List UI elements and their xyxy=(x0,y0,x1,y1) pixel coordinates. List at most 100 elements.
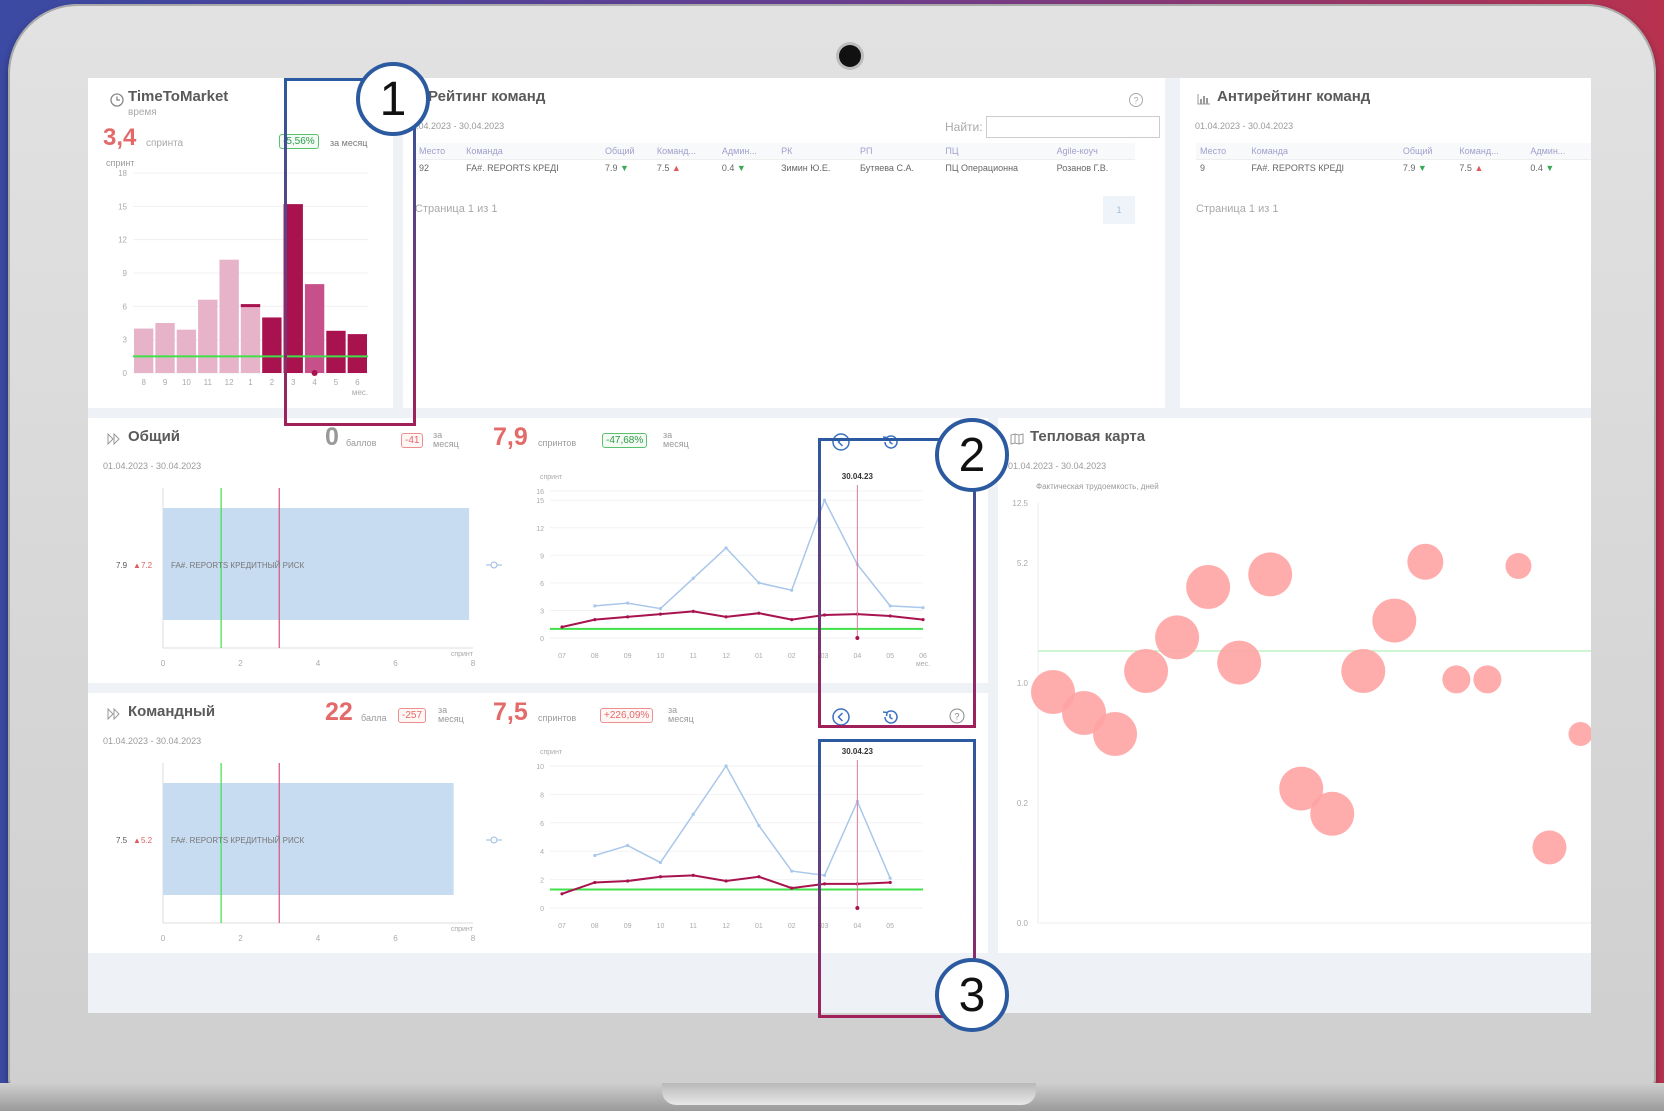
team-score: 22 xyxy=(325,698,353,726)
team-sprints-unit: спринтов xyxy=(538,713,577,723)
antirating-table-header: Место Команда Общий Команд... Админ... xyxy=(1196,143,1591,160)
bar-chart-icon xyxy=(1197,94,1210,105)
general-sprints: 7,9 xyxy=(493,423,528,451)
heatmap-bubble xyxy=(1505,553,1532,579)
bar-label: FA#. REPORTS КРЕДИТНЫЙ РИСК xyxy=(171,836,305,845)
cell: 0.4 ▼ xyxy=(718,160,777,177)
col-header[interactable]: Команда xyxy=(1247,143,1399,160)
general-score: 0 xyxy=(325,423,339,451)
general-score-delta: -41 xyxy=(401,433,424,448)
x-tick-label: 8 xyxy=(141,378,146,387)
col-header[interactable]: Место xyxy=(1196,143,1248,160)
data-point xyxy=(691,873,695,877)
table-row[interactable]: 9 FA#. REPORTS КРЕДI 7.9 ▼ 7.5 ▲ 0.4 ▼ xyxy=(1196,160,1591,177)
team-sprints: 7,5 xyxy=(493,698,528,726)
x-tick-label: 02 xyxy=(788,923,796,930)
team-bar-chart: 0 2 4 6 8спринт FA#. REPORTS КРЕДИТНЫЙ РИСК 7.… xyxy=(116,763,476,943)
heatmap-bubble xyxy=(1442,665,1471,694)
cell: ПЦ Операционна xyxy=(945,163,1019,173)
help-icon[interactable]: ? xyxy=(1128,92,1144,108)
team-score-unit: балла xyxy=(361,713,387,723)
arrow-up-icon: ▲ xyxy=(133,836,141,845)
map-icon xyxy=(1010,433,1024,445)
heatmap-bubble xyxy=(1407,543,1444,580)
rating-pager: Страница 1 из 1 xyxy=(415,203,498,215)
y-tick-label: 9 xyxy=(540,553,544,560)
rating-panel: Рейтинг команд 01.04.2023 - 30.04.2023 ?… xyxy=(403,78,1165,408)
y-tick-label: 15 xyxy=(118,202,127,211)
rating-search-input[interactable] xyxy=(986,116,1160,138)
heatmap-bubble xyxy=(1372,598,1417,643)
col-header[interactable]: Место xyxy=(415,143,463,160)
data-point xyxy=(790,588,794,592)
x-tick-label: 6 xyxy=(393,659,398,668)
cell: 0.4 ▼ xyxy=(1526,160,1591,177)
col-header[interactable]: РП xyxy=(856,143,942,160)
x-tick-label: 0 xyxy=(161,934,166,943)
x-tick-label: 0 xyxy=(161,659,166,668)
cell: 7.5 ▲ xyxy=(653,160,718,177)
y-tick-label: 6 xyxy=(123,302,128,311)
general-sprints-delta-suffix: за месяц xyxy=(663,430,689,449)
ttm-unit: спринта xyxy=(146,138,184,149)
y-tick-label: 0 xyxy=(123,369,128,378)
col-header[interactable]: РК xyxy=(777,143,857,160)
general-bar-chart: 0 2 4 6 8спринт FA#. REPORTS КРЕДИТНЫЙ РИСК 7.… xyxy=(116,488,476,668)
data-point xyxy=(790,618,794,622)
cell: Зимин Ю.Е. xyxy=(781,163,831,173)
heatmap-period: 01.04.2023 - 30.04.2023 xyxy=(1008,461,1107,471)
cell: FA#. REPORTS КРЕДI xyxy=(1251,163,1345,173)
col-header[interactable]: Общий xyxy=(1398,143,1456,160)
page-button[interactable]: 1 xyxy=(1103,196,1135,224)
ttm-value: 3,4 xyxy=(103,124,137,151)
x-tick-label: 08 xyxy=(591,653,599,660)
general-score-delta-suffix: за месяц xyxy=(433,430,459,449)
collapse-icon[interactable] xyxy=(486,835,502,845)
y-tick-label: 5.2 xyxy=(1017,559,1029,568)
general-sprints-unit: спринтов xyxy=(538,438,577,448)
x-tick-label: 08 xyxy=(591,923,599,930)
data-point xyxy=(691,812,695,816)
col-header[interactable]: Команд... xyxy=(652,143,718,160)
x-tick-label: 10 xyxy=(182,378,191,387)
x-tick-label: 09 xyxy=(624,653,632,660)
y-tick-label: 6 xyxy=(540,821,544,828)
data-point xyxy=(724,879,728,883)
data-point xyxy=(626,601,630,605)
table-row[interactable]: 92 FA#. REPORTS КРЕДI 7.9 ▼ 7.5 ▲ 0.4 ▼ … xyxy=(415,160,1135,177)
bar-prev-value: 7.2 xyxy=(141,561,153,570)
col-header[interactable]: ПЦ xyxy=(941,143,1053,160)
heatmap-bubble xyxy=(1568,722,1591,746)
x-unit-label: спринт xyxy=(451,926,474,933)
chart-bar xyxy=(155,323,175,373)
col-header[interactable]: Админ... xyxy=(1526,143,1591,160)
cell: Бутяева С.А. xyxy=(860,163,914,173)
heatmap-bubble xyxy=(1532,830,1567,865)
col-header[interactable]: Команда xyxy=(462,143,601,160)
data-point xyxy=(593,880,597,885)
x-tick-label: 1 xyxy=(248,378,253,387)
col-header[interactable]: Команд... xyxy=(1455,143,1527,160)
col-header[interactable]: Админ... xyxy=(717,143,778,160)
y-axis-label: спринт xyxy=(540,749,563,756)
x-tick-label: 01 xyxy=(755,653,763,660)
heatmap-chart: 12.5 5.2 1.0 0.2 0.0 xyxy=(1012,499,1591,928)
arrow-up-icon: ▲ xyxy=(1474,163,1484,173)
x-tick-label: 12 xyxy=(722,923,730,930)
y-tick-label: 12.5 xyxy=(1012,499,1028,508)
data-point xyxy=(560,892,564,896)
y-tick-label: 0.2 xyxy=(1017,799,1029,808)
col-header[interactable]: Agile-коуч xyxy=(1052,143,1135,160)
data-point xyxy=(658,860,663,865)
bar-prev-value: 5.2 xyxy=(141,836,153,845)
collapse-icon[interactable] xyxy=(486,560,502,570)
x-tick-label: 4 xyxy=(316,934,321,943)
y-tick-label: 18 xyxy=(118,169,127,178)
data-point xyxy=(658,612,663,616)
heatmap-bubble xyxy=(1248,552,1293,597)
chart-bar-cap xyxy=(240,304,261,308)
col-header[interactable]: Общий xyxy=(600,143,653,160)
heatmap-bubble xyxy=(1155,615,1200,660)
chart-bar xyxy=(262,317,282,373)
team-sprints-delta: +226,09% xyxy=(600,708,654,723)
